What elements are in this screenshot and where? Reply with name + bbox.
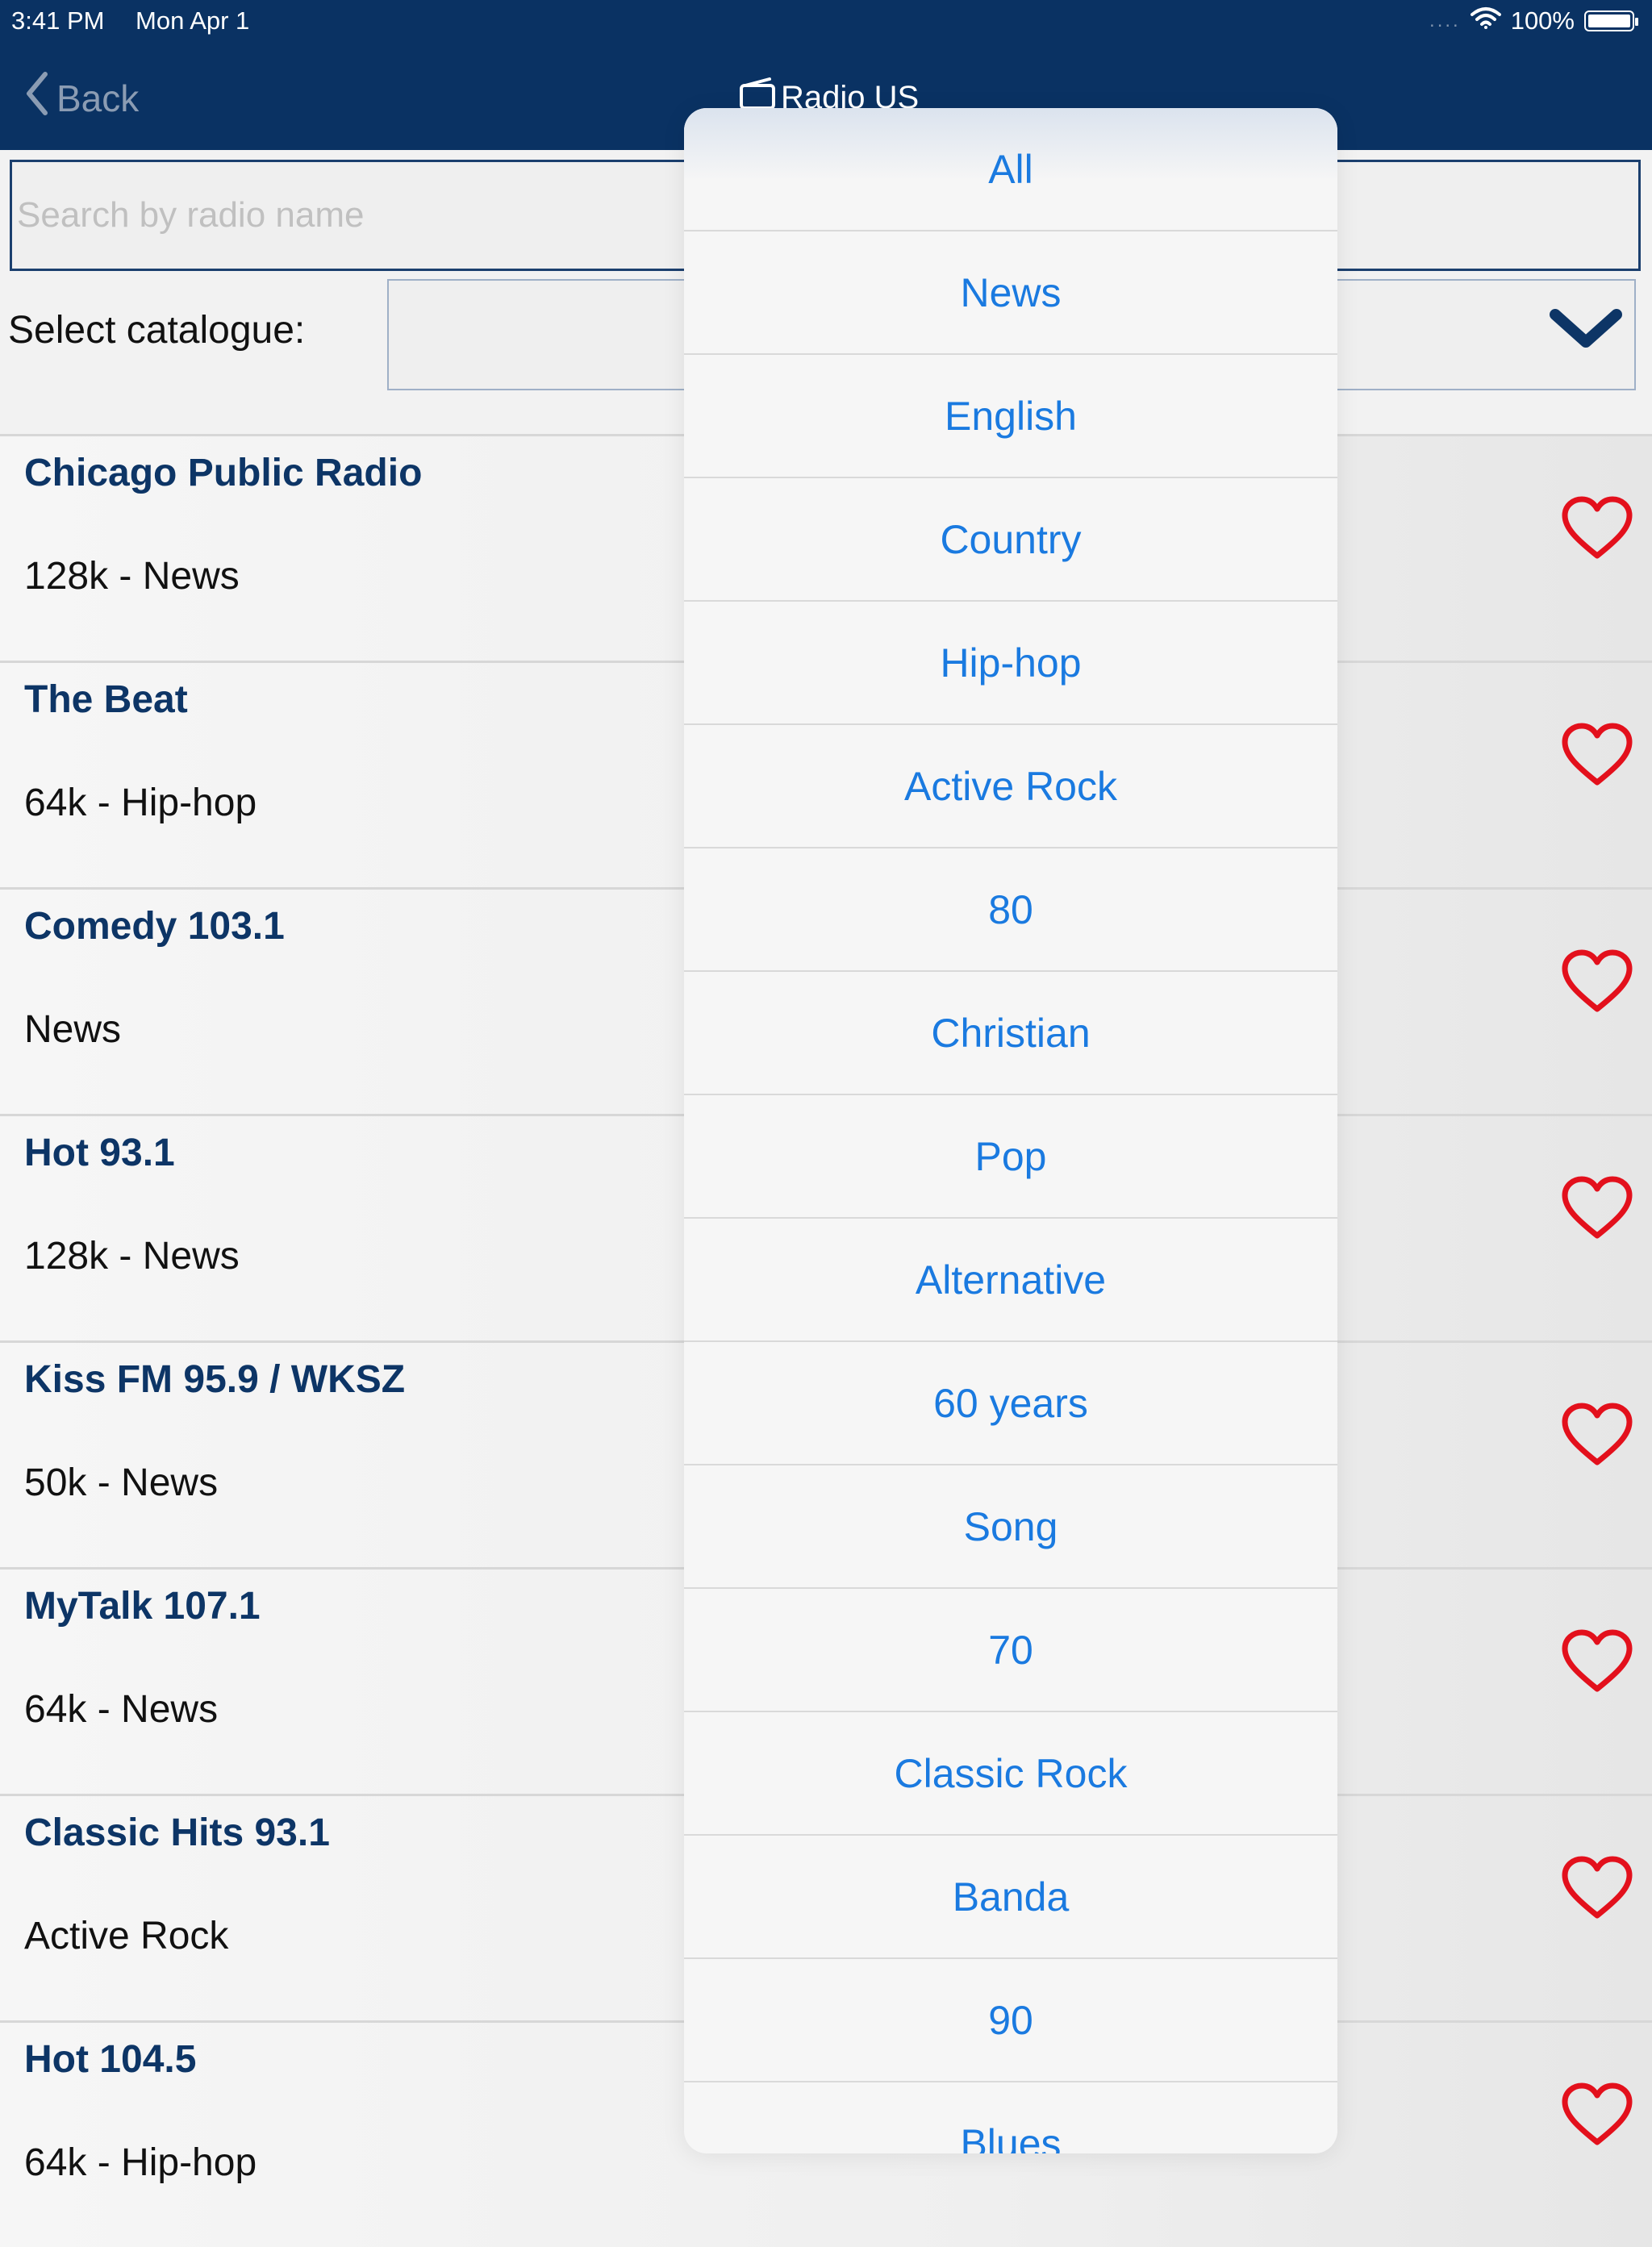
battery-percent: 100% (1510, 6, 1575, 35)
back-label: Back (56, 77, 140, 119)
catalogue-dropdown: All News English Country Hip-hop Active Rock 8… (684, 108, 1337, 2153)
heart-icon[interactable] (1561, 1856, 1633, 1924)
dropdown-option[interactable]: Classic Rock (684, 1712, 1337, 1836)
heart-icon[interactable] (1561, 949, 1633, 1018)
status-right: .... 100% (1429, 6, 1638, 35)
station-name: Hot 93.1 (24, 1132, 175, 1174)
station-description: 64k - Hip-hop (24, 2141, 257, 2184)
station-name: Hot 104.5 (24, 2038, 197, 2081)
heart-icon[interactable] (1561, 723, 1633, 791)
dropdown-option[interactable]: Banda (684, 1836, 1337, 1959)
station-description: 128k - News (24, 1235, 240, 1278)
dropdown-option[interactable]: Hip-hop (684, 602, 1337, 725)
status-date: Mon Apr 1 (136, 6, 250, 35)
station-name: Classic Hits 93.1 (24, 1811, 330, 1854)
dropdown-option[interactable]: 90 (684, 1959, 1337, 2082)
station-name: Comedy 103.1 (24, 905, 285, 948)
station-name: MyTalk 107.1 (24, 1585, 261, 1628)
heart-icon[interactable] (1561, 2082, 1633, 2151)
station-description: 64k - News (24, 1688, 219, 1731)
station-description: 128k - News (24, 555, 240, 598)
dropdown-option[interactable]: 70 (684, 1589, 1337, 1712)
dropdown-option[interactable]: All (684, 108, 1337, 231)
back-button[interactable]: Back (24, 71, 139, 125)
dropdown-option[interactable]: Blues (684, 2082, 1337, 2154)
station-name: Chicago Public Radio (24, 452, 423, 494)
dropdown-option[interactable]: English (684, 355, 1337, 478)
dropdown-option[interactable]: Song (684, 1465, 1337, 1589)
wifi-icon (1470, 6, 1501, 35)
dropdown-option[interactable]: Active Rock (684, 725, 1337, 848)
status-bar: 3:41 PM Mon Apr 1 .... 100% (0, 0, 1652, 42)
dropdown-option[interactable]: Country (684, 478, 1337, 602)
heart-icon[interactable] (1561, 1629, 1633, 1698)
dropdown-option[interactable]: Alternative (684, 1219, 1337, 1342)
battery-icon (1584, 10, 1638, 31)
status-time: 3:41 PM (11, 6, 105, 35)
station-name: Kiss FM 95.9 / WKSZ (24, 1358, 406, 1401)
station-description: Active Rock (24, 1915, 229, 1957)
station-description: News (24, 1008, 122, 1051)
dropdown-option[interactable]: Christian (684, 972, 1337, 1095)
dropdown-option[interactable]: Pop (684, 1095, 1337, 1219)
station-name: The Beat (24, 678, 188, 721)
signal-dots: .... (1429, 10, 1461, 31)
station-description: 64k - Hip-hop (24, 782, 257, 824)
chevron-left-icon (24, 71, 48, 125)
dropdown-option[interactable]: 60 years (684, 1342, 1337, 1465)
catalogue-label: Select catalogue: (8, 309, 306, 352)
dropdown-option[interactable]: 80 (684, 848, 1337, 972)
heart-icon[interactable] (1561, 496, 1633, 565)
chevron-down-icon (1547, 303, 1625, 359)
station-description: 50k - News (24, 1461, 219, 1504)
heart-icon[interactable] (1561, 1403, 1633, 1471)
heart-icon[interactable] (1561, 1176, 1633, 1244)
dropdown-option[interactable]: News (684, 231, 1337, 355)
